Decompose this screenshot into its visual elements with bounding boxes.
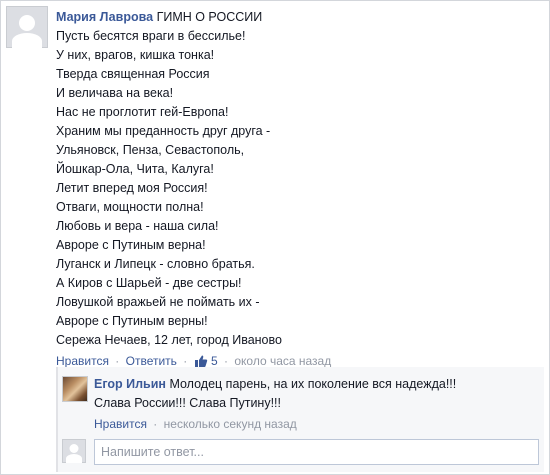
reply-text-line: Молодец парень, на их поколение вся наде… [169, 377, 457, 391]
comment-author-link[interactable]: Мария Лаврова [56, 10, 153, 24]
reply-avatar[interactable] [62, 376, 88, 402]
poem-line: Отваги, мощности полна! [56, 200, 204, 214]
poem-line: Нас не проглотит гей-Европа! [56, 105, 229, 119]
avatar-head [19, 15, 35, 31]
poem-line: У них, врагов, кишка тонка! [56, 48, 215, 62]
avatar-body [66, 454, 82, 463]
comment-text: Пусть бесятся враги в бессилье! У них, вр… [56, 27, 541, 350]
replies-section: Егор Ильин Молодец парень, на их поколен… [56, 367, 544, 472]
avatar[interactable] [6, 6, 48, 49]
reply: Егор Ильин Молодец парень, на их поколен… [94, 375, 539, 434]
poem-line: Авроре с Путиным верна! [56, 238, 206, 252]
reply-like-link[interactable]: Нравится [94, 417, 147, 431]
poem-line: Авроре с Путиным верны! [56, 314, 208, 328]
avatar-head [69, 444, 79, 453]
comment-first-line: Мария Лаврова ГИМН О РОССИИ [56, 8, 541, 27]
poem-line: А Киров с Шарьей - две сестры! [56, 276, 242, 290]
separator-dot: · [115, 354, 120, 368]
composer-avatar [62, 439, 86, 463]
poem-line: Сережа Нечаев, 12 лет, город Иваново [56, 333, 282, 347]
comment: Мария Лаврова ГИМН О РОССИИ Пусть бесятс… [56, 8, 541, 373]
poem-line: Любовь и вера - наша сила! [56, 219, 219, 233]
poem-line: Йошкар-Ола, Чита, Калуга! [56, 162, 214, 176]
poem-line: Ловушкой вражьей не поймать их - [56, 295, 260, 309]
comment-title: ГИМН О РОССИИ [156, 10, 263, 24]
poem-line: Пусть бесятся враги в бессилье! [56, 29, 246, 43]
poem-line: И величава на века! [56, 86, 174, 100]
like-link[interactable]: Нравится [56, 354, 109, 368]
poem-line: Ульяновск, Пенза, Севастополь, [56, 143, 245, 157]
separator-dot: · [153, 417, 158, 431]
reply-author-link[interactable]: Егор Ильин [94, 377, 166, 391]
reply-first-line: Егор Ильин Молодец парень, на их поколен… [94, 375, 539, 394]
reply-text-line: Слава России!!! Слава Путину!!! [94, 396, 282, 410]
reply-input[interactable] [94, 439, 539, 465]
avatar-body [12, 33, 42, 49]
poem-line: Тверда священная Россия [56, 67, 210, 81]
poem-line: Луганск и Липецк - словно братья. [56, 257, 255, 271]
like-count[interactable]: 5 [211, 354, 218, 368]
timestamp[interactable]: около часа назад [234, 354, 331, 368]
reply-actions: Нравится · несколько секунд назад [94, 415, 539, 434]
reply-link[interactable]: Ответить [126, 354, 177, 368]
poem-line: Храним мы преданность друг друга - [56, 124, 271, 138]
separator-dot: · [183, 354, 188, 368]
reply-timestamp[interactable]: несколько секунд назад [164, 417, 297, 431]
poem-line: Летит вперед моя Россия! [56, 181, 208, 195]
separator-dot: · [224, 354, 228, 368]
